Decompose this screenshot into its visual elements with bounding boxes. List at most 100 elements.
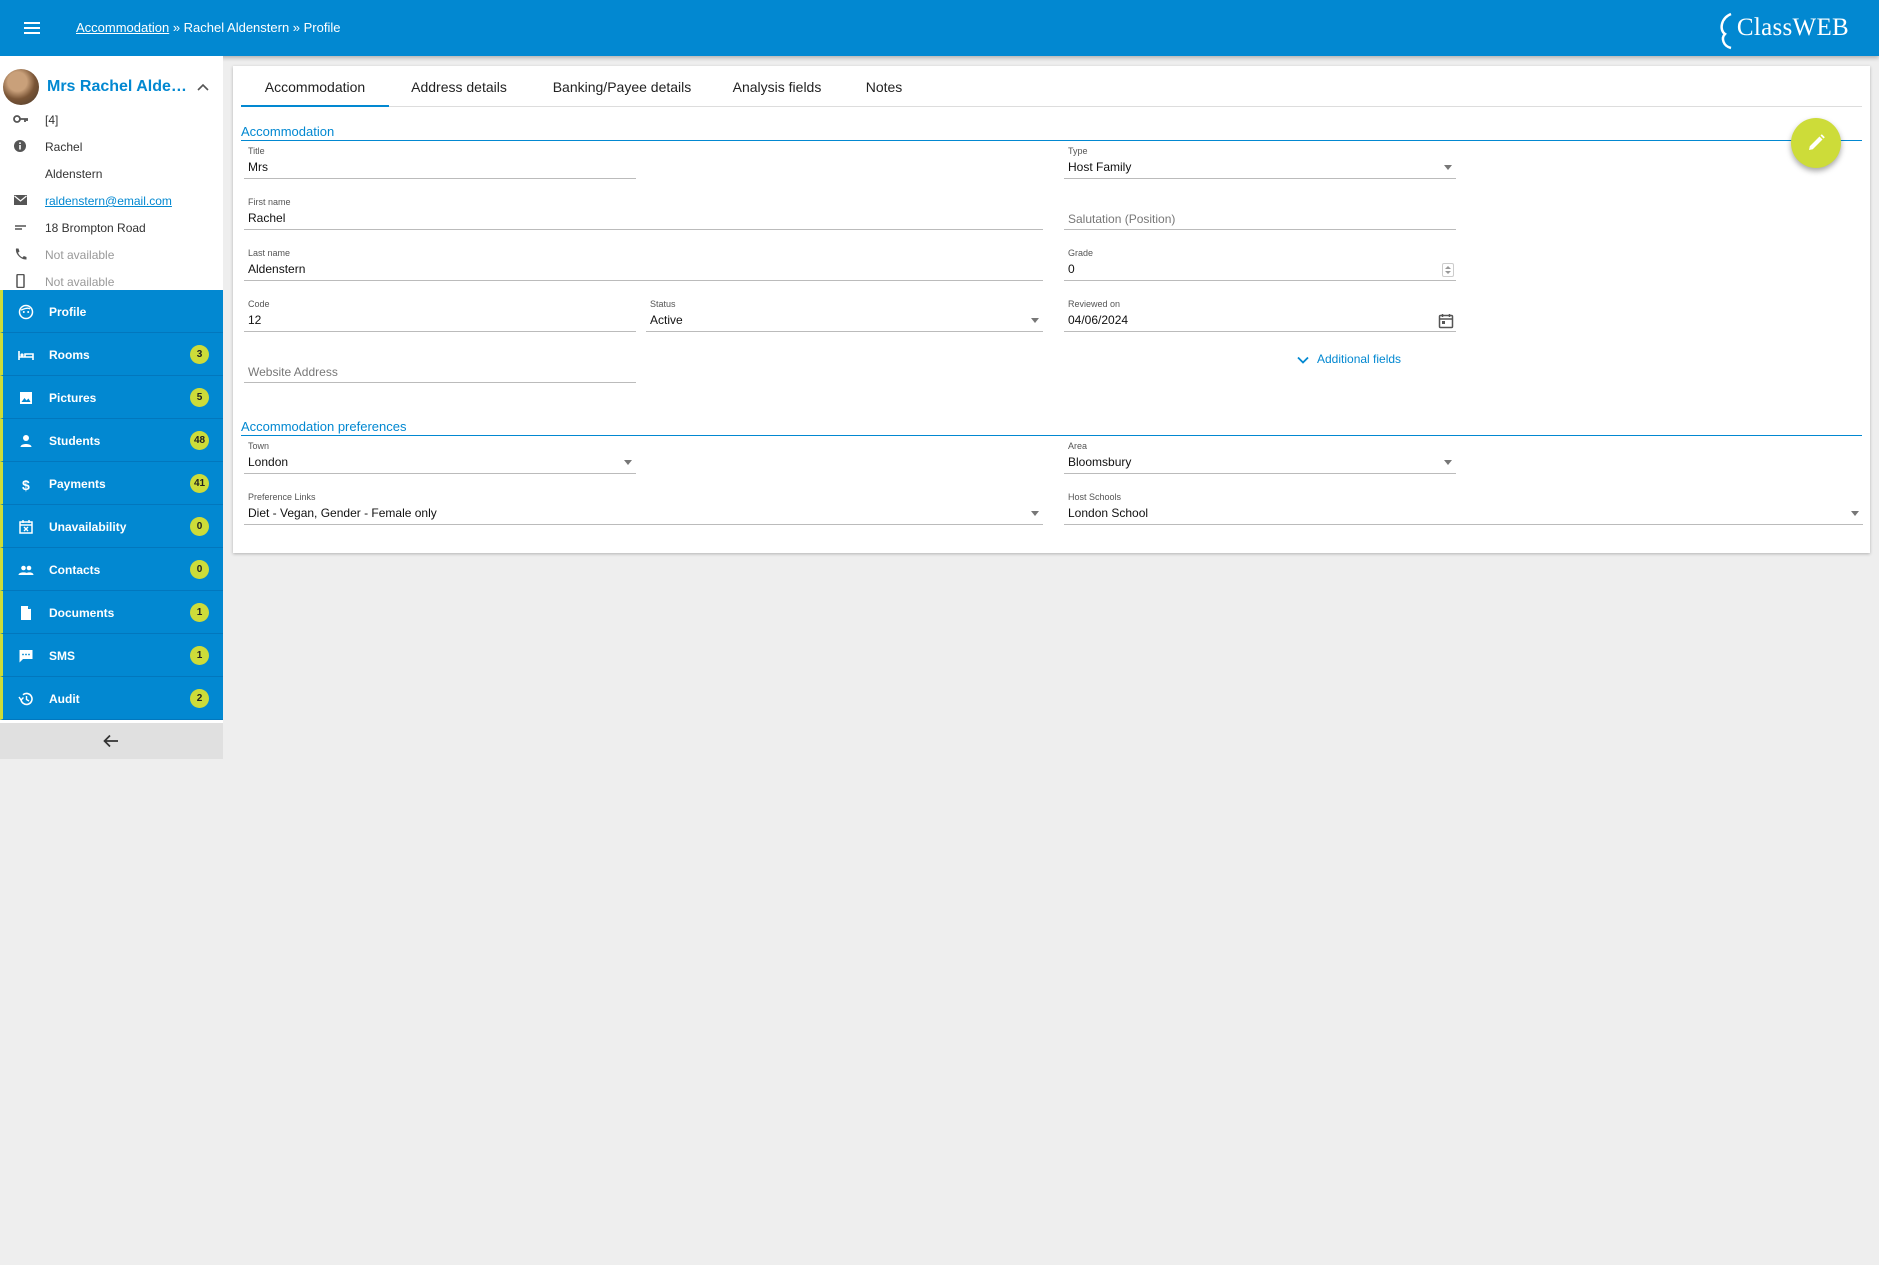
reviewed-on-date-field[interactable]: Reviewed on 04/06/2024 <box>1064 299 1456 339</box>
image-icon <box>20 392 32 404</box>
document-icon <box>21 606 31 620</box>
field-label: Area <box>1068 441 1088 451</box>
profile-id: [4] <box>45 113 59 127</box>
chevron-down-icon <box>1297 356 1309 364</box>
type-select[interactable]: Type Host Family <box>1064 146 1456 186</box>
count-badge: 0 <box>190 560 209 579</box>
code-field[interactable]: Code 12 <box>244 299 636 339</box>
field-label: Grade <box>1068 248 1094 258</box>
profile-email-row: raldenstern@email.com <box>0 187 223 213</box>
calendar-remove-icon <box>19 520 33 534</box>
dropdown-arrow-icon <box>1031 511 1039 516</box>
sidebar-item-contacts[interactable]: Contacts 0 <box>0 548 223 591</box>
tab-analysis-fields[interactable]: Analysis fields <box>715 66 839 107</box>
salutation-field[interactable]: Salutation (Position) <box>1064 197 1456 237</box>
website-placeholder: Website Address <box>248 365 338 379</box>
key-icon <box>13 115 28 123</box>
sidebar-item-rooms[interactable]: Rooms 3 <box>0 333 223 376</box>
breadcrumb-trail: » Rachel Aldenstern » Profile <box>169 20 341 35</box>
last-name-field[interactable]: Last name Aldenstern <box>244 248 1043 288</box>
sidebar-item-payments[interactable]: $ Payments 41 <box>0 462 223 505</box>
status-value: Active <box>650 313 683 327</box>
count-badge: 5 <box>190 388 209 407</box>
profile-email-link[interactable]: raldenstern@email.com <box>45 194 172 208</box>
profile-address: 18 Brompton Road <box>45 221 146 235</box>
tab-accommodation[interactable]: Accommodation <box>241 66 389 107</box>
sidebar-item-label: Unavailability <box>49 520 127 534</box>
host-schools-select[interactable]: Host Schools London School <box>1064 492 1863 532</box>
collapse-sidebar-button[interactable] <box>0 723 223 759</box>
website-address-field[interactable]: Website Address <box>244 350 636 390</box>
count-badge: 3 <box>190 345 209 364</box>
sidebar-item-unavailability[interactable]: Unavailability 0 <box>0 505 223 548</box>
chat-icon <box>19 650 33 663</box>
tab-address-details[interactable]: Address details <box>389 66 529 107</box>
chevron-up-icon[interactable] <box>196 80 210 94</box>
top-app-bar: Accommodation » Rachel Aldenstern » Prof… <box>0 0 1879 56</box>
logo-swirl-icon <box>1720 12 1732 50</box>
spinner-arrows-icon[interactable] <box>1442 263 1454 277</box>
history-icon <box>18 692 33 706</box>
people-icon <box>18 565 34 575</box>
svg-text:$: $ <box>22 477 30 492</box>
calendar-icon[interactable] <box>1438 313 1454 329</box>
status-select[interactable]: Status Active <box>646 299 1043 339</box>
field-label: Preference Links <box>248 492 316 502</box>
first-name-field[interactable]: First name Rachel <box>244 197 1043 237</box>
sidebar-item-label: Contacts <box>49 563 101 577</box>
sidebar-item-label: Pictures <box>49 391 97 405</box>
grade-stepper[interactable]: Grade 0 <box>1064 248 1456 288</box>
sidebar-item-pictures[interactable]: Pictures 5 <box>0 376 223 419</box>
menu-icon[interactable] <box>20 16 44 40</box>
tab-banking-payee-details[interactable]: Banking/Payee details <box>529 66 715 107</box>
salutation-placeholder: Salutation (Position) <box>1068 212 1176 226</box>
profile-phone: Not available <box>45 248 115 262</box>
field-label: Reviewed on <box>1068 299 1121 309</box>
breadcrumb: Accommodation » Rachel Aldenstern » Prof… <box>76 20 341 35</box>
field-label: First name <box>248 197 291 207</box>
breadcrumb-accommodation-link[interactable]: Accommodation <box>76 20 169 35</box>
field-label: Title <box>248 146 265 156</box>
sidebar: Mrs Rachel Alden... [4] Rachel Aldenster… <box>0 56 223 759</box>
profile-last-name: Aldenstern <box>45 167 103 181</box>
field-label: Status <box>650 299 676 309</box>
classweb-logo: ClassWEB <box>1689 6 1849 52</box>
avatar <box>3 69 39 105</box>
area-select[interactable]: Area Bloomsbury <box>1064 441 1456 481</box>
mobile-phone-icon <box>16 274 25 288</box>
sidebar-item-profile[interactable]: Profile <box>0 290 223 333</box>
host-schools-value: London School <box>1068 506 1149 520</box>
additional-fields-label: Additional fields <box>1317 352 1402 366</box>
edit-button[interactable] <box>1791 118 1841 168</box>
preference-links-select[interactable]: Preference Links Diet - Vegan, Gender - … <box>244 492 1043 532</box>
info-icon <box>14 140 26 152</box>
dropdown-arrow-icon <box>624 460 632 465</box>
profile-first-name-row: Rachel <box>0 133 223 159</box>
profile-card: Accommodation Address details Banking/Pa… <box>233 66 1870 553</box>
profile-address-row: 18 Brompton Road <box>0 214 223 240</box>
town-value: London <box>248 455 289 469</box>
person-icon <box>20 435 32 447</box>
count-badge: 2 <box>190 689 209 708</box>
title-field[interactable]: Title Mrs <box>244 146 636 186</box>
sidebar-item-label: Rooms <box>49 348 90 362</box>
sidebar-item-documents[interactable]: Documents 1 <box>0 591 223 634</box>
title-value: Mrs <box>248 160 268 174</box>
mail-icon <box>14 195 27 205</box>
sidebar-item-sms[interactable]: SMS 1 <box>0 634 223 677</box>
section-title-preferences: Accommodation preferences <box>241 419 1862 436</box>
sidebar-item-audit[interactable]: Audit 2 <box>0 677 223 720</box>
tab-notes[interactable]: Notes <box>839 66 929 107</box>
sidebar-item-label: SMS <box>49 649 76 663</box>
town-select[interactable]: Town London <box>244 441 636 481</box>
sidebar-item-label: Payments <box>49 477 106 491</box>
profile-header[interactable]: Mrs Rachel Alden... <box>0 64 223 108</box>
tab-bar: Accommodation Address details Banking/Pa… <box>241 66 1862 107</box>
area-value: Bloomsbury <box>1068 455 1132 469</box>
sidebar-nav: Profile Rooms 3 Pictures 5 Students 48 $… <box>0 290 223 720</box>
count-badge: 48 <box>190 431 209 450</box>
sidebar-item-students[interactable]: Students 48 <box>0 419 223 462</box>
count-badge: 1 <box>190 646 209 665</box>
field-label: Type <box>1068 146 1088 156</box>
address-lines-icon <box>15 225 26 230</box>
